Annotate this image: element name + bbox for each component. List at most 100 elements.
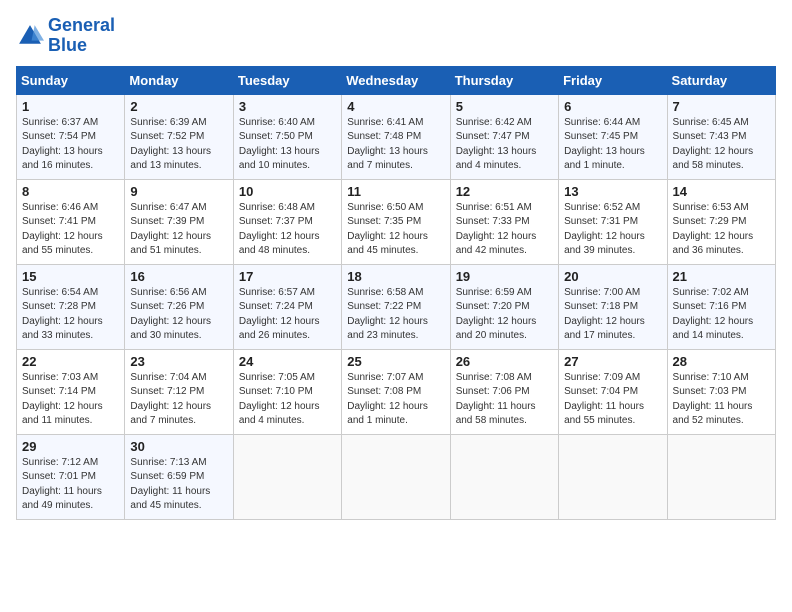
day-info: Sunrise: 6:48 AM Sunset: 7:37 PM Dayligh… — [239, 201, 336, 259]
day-number: 10 — [239, 184, 336, 199]
calendar-cell: 3Sunrise: 6:40 AM Sunset: 7:50 PM Daylig… — [233, 94, 341, 179]
calendar-cell: 24 Sunrise: 7:05 AM Sunset: 7:10 PM Dayli… — [233, 349, 341, 434]
day-number: 22 — [22, 354, 119, 369]
weekday-header-thursday: Thursday — [450, 66, 558, 94]
day-number: 18 — [347, 269, 444, 284]
day-number: 25 — [347, 354, 444, 369]
day-number: 15 — [22, 269, 119, 284]
page-header: General Blue — [16, 16, 776, 56]
day-number: 4 — [347, 99, 444, 114]
day-number: 16 — [130, 269, 227, 284]
day-number: 26 — [456, 354, 553, 369]
calendar-cell: 1 Sunrise: 6:37 AM Sunset: 7:54 PM Daylig… — [17, 94, 125, 179]
calendar-week-row: 1 Sunrise: 6:37 AM Sunset: 7:54 PM Daylig… — [17, 94, 776, 179]
calendar-cell — [450, 434, 558, 519]
calendar-cell: 2Sunrise: 6:39 AM Sunset: 7:52 PM Daylig… — [125, 94, 233, 179]
calendar-cell: 7Sunrise: 6:45 AM Sunset: 7:43 PM Daylig… — [667, 94, 775, 179]
weekday-header-tuesday: Tuesday — [233, 66, 341, 94]
calendar-cell: 30Sunrise: 7:13 AM Sunset: 6:59 PM Dayli… — [125, 434, 233, 519]
calendar-cell: 11Sunrise: 6:50 AM Sunset: 7:35 PM Dayli… — [342, 179, 450, 264]
day-number: 19 — [456, 269, 553, 284]
calendar-cell: 26 Sunrise: 7:08 AM Sunset: 7:06 PM Dayli… — [450, 349, 558, 434]
calendar-week-row: 29 Sunrise: 7:12 AM Sunset: 7:01 PM Dayli… — [17, 434, 776, 519]
calendar-cell: 25 Sunrise: 7:07 AM Sunset: 7:08 PM Dayli… — [342, 349, 450, 434]
day-info: Sunrise: 6:41 AM Sunset: 7:48 PM Dayligh… — [347, 116, 444, 174]
weekday-header-monday: Monday — [125, 66, 233, 94]
day-info: Sunrise: 7:04 AM Sunset: 7:12 PM Dayligh… — [130, 371, 227, 429]
day-info: Sunrise: 6:52 AM Sunset: 7:31 PM Dayligh… — [564, 201, 661, 259]
calendar-cell: 10 Sunrise: 6:48 AM Sunset: 7:37 PM Dayli… — [233, 179, 341, 264]
day-number: 13 — [564, 184, 661, 199]
day-number: 9 — [130, 184, 227, 199]
logo-text: General Blue — [48, 16, 115, 56]
calendar-week-row: 15 Sunrise: 6:54 AM Sunset: 7:28 PM Dayli… — [17, 264, 776, 349]
calendar-table: SundayMondayTuesdayWednesdayThursdayFrid… — [16, 66, 776, 520]
day-info: Sunrise: 6:46 AM Sunset: 7:41 PM Dayligh… — [22, 201, 119, 259]
calendar-week-row: 8 Sunrise: 6:46 AM Sunset: 7:41 PM Daylig… — [17, 179, 776, 264]
calendar-cell: 14 Sunrise: 6:53 AM Sunset: 7:29 PM Dayli… — [667, 179, 775, 264]
calendar-cell: 17 Sunrise: 6:57 AM Sunset: 7:24 PM Dayli… — [233, 264, 341, 349]
day-info: Sunrise: 7:09 AM Sunset: 7:04 PM Dayligh… — [564, 371, 661, 429]
weekday-header-sunday: Sunday — [17, 66, 125, 94]
day-info: Sunrise: 7:12 AM Sunset: 7:01 PM Dayligh… — [22, 456, 119, 514]
day-number: 12 — [456, 184, 553, 199]
day-number: 6 — [564, 99, 661, 114]
day-info: Sunrise: 6:37 AM Sunset: 7:54 PM Dayligh… — [22, 116, 119, 174]
calendar-cell — [342, 434, 450, 519]
day-info: Sunrise: 6:54 AM Sunset: 7:28 PM Dayligh… — [22, 286, 119, 344]
calendar-cell — [667, 434, 775, 519]
calendar-cell: 4 Sunrise: 6:41 AM Sunset: 7:48 PM Daylig… — [342, 94, 450, 179]
day-number: 29 — [22, 439, 119, 454]
weekday-header-row: SundayMondayTuesdayWednesdayThursdayFrid… — [17, 66, 776, 94]
day-number: 21 — [673, 269, 770, 284]
calendar-cell: 19 Sunrise: 6:59 AM Sunset: 7:20 PM Dayli… — [450, 264, 558, 349]
day-info: Sunrise: 7:02 AM Sunset: 7:16 PM Dayligh… — [673, 286, 770, 344]
calendar-week-row: 22 Sunrise: 7:03 AM Sunset: 7:14 PM Dayli… — [17, 349, 776, 434]
day-number: 11 — [347, 184, 444, 199]
calendar-cell: 12 Sunrise: 6:51 AM Sunset: 7:33 PM Dayli… — [450, 179, 558, 264]
day-info: Sunrise: 6:51 AM Sunset: 7:33 PM Dayligh… — [456, 201, 553, 259]
day-number: 1 — [22, 99, 119, 114]
weekday-header-wednesday: Wednesday — [342, 66, 450, 94]
day-info: Sunrise: 6:56 AM Sunset: 7:26 PM Dayligh… — [130, 286, 227, 344]
day-number: 27 — [564, 354, 661, 369]
weekday-header-friday: Friday — [559, 66, 667, 94]
calendar-cell: 16 Sunrise: 6:56 AM Sunset: 7:26 PM Dayli… — [125, 264, 233, 349]
day-info: Sunrise: 7:03 AM Sunset: 7:14 PM Dayligh… — [22, 371, 119, 429]
day-number: 14 — [673, 184, 770, 199]
calendar-cell: 22 Sunrise: 7:03 AM Sunset: 7:14 PM Dayli… — [17, 349, 125, 434]
day-info: Sunrise: 7:05 AM Sunset: 7:10 PM Dayligh… — [239, 371, 336, 429]
weekday-header-saturday: Saturday — [667, 66, 775, 94]
calendar-cell: 28Sunrise: 7:10 AM Sunset: 7:03 PM Dayli… — [667, 349, 775, 434]
day-info: Sunrise: 7:10 AM Sunset: 7:03 PM Dayligh… — [673, 371, 770, 429]
day-number: 5 — [456, 99, 553, 114]
calendar-cell: 5 Sunrise: 6:42 AM Sunset: 7:47 PM Daylig… — [450, 94, 558, 179]
logo: General Blue — [16, 16, 115, 56]
calendar-cell: 21 Sunrise: 7:02 AM Sunset: 7:16 PM Dayli… — [667, 264, 775, 349]
calendar-cell: 18 Sunrise: 6:58 AM Sunset: 7:22 PM Dayli… — [342, 264, 450, 349]
day-number: 17 — [239, 269, 336, 284]
day-info: Sunrise: 6:59 AM Sunset: 7:20 PM Dayligh… — [456, 286, 553, 344]
day-number: 23 — [130, 354, 227, 369]
calendar-cell: 23 Sunrise: 7:04 AM Sunset: 7:12 PM Dayli… — [125, 349, 233, 434]
day-info: Sunrise: 7:08 AM Sunset: 7:06 PM Dayligh… — [456, 371, 553, 429]
calendar-cell — [233, 434, 341, 519]
day-info: Sunrise: 6:58 AM Sunset: 7:22 PM Dayligh… — [347, 286, 444, 344]
day-number: 24 — [239, 354, 336, 369]
calendar-cell: 13 Sunrise: 6:52 AM Sunset: 7:31 PM Dayli… — [559, 179, 667, 264]
day-number: 2 — [130, 99, 227, 114]
day-info: Sunrise: 6:40 AM Sunset: 7:50 PM Dayligh… — [239, 116, 336, 174]
day-info: Sunrise: 6:44 AM Sunset: 7:45 PM Dayligh… — [564, 116, 661, 174]
day-info: Sunrise: 6:42 AM Sunset: 7:47 PM Dayligh… — [456, 116, 553, 174]
calendar-cell: 20Sunrise: 7:00 AM Sunset: 7:18 PM Dayli… — [559, 264, 667, 349]
day-info: Sunrise: 7:00 AM Sunset: 7:18 PM Dayligh… — [564, 286, 661, 344]
day-info: Sunrise: 6:57 AM Sunset: 7:24 PM Dayligh… — [239, 286, 336, 344]
day-number: 8 — [22, 184, 119, 199]
day-info: Sunrise: 6:53 AM Sunset: 7:29 PM Dayligh… — [673, 201, 770, 259]
calendar-cell: 6 Sunrise: 6:44 AM Sunset: 7:45 PM Daylig… — [559, 94, 667, 179]
calendar-cell: 15 Sunrise: 6:54 AM Sunset: 7:28 PM Dayli… — [17, 264, 125, 349]
day-info: Sunrise: 6:47 AM Sunset: 7:39 PM Dayligh… — [130, 201, 227, 259]
day-info: Sunrise: 7:07 AM Sunset: 7:08 PM Dayligh… — [347, 371, 444, 429]
day-info: Sunrise: 7:13 AM Sunset: 6:59 PM Dayligh… — [130, 456, 227, 514]
calendar-cell — [559, 434, 667, 519]
